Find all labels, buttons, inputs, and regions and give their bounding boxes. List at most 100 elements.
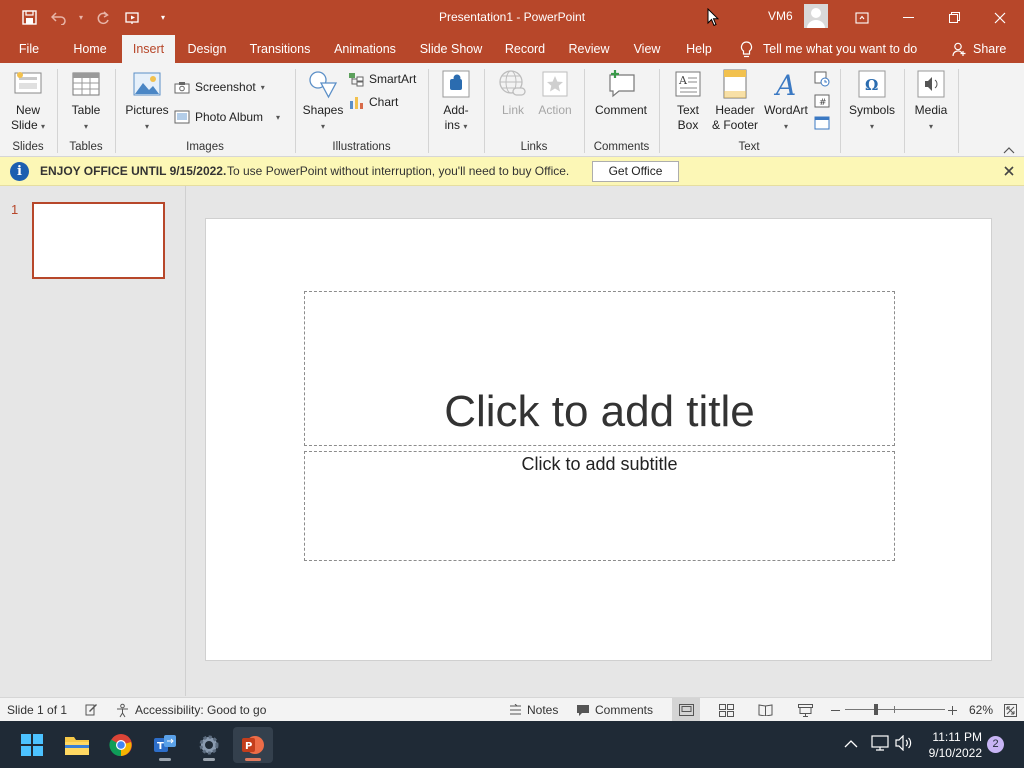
remote-desktop-app[interactable]: T <box>145 727 185 763</box>
slide-thumbnail[interactable] <box>32 202 165 279</box>
tab-design[interactable]: Design <box>181 35 233 63</box>
tab-help[interactable]: Help <box>679 35 719 63</box>
tab-file[interactable]: File <box>7 35 51 63</box>
restore-button[interactable] <box>931 0 977 35</box>
spelling-check-button[interactable] <box>84 698 98 722</box>
tab-transitions[interactable]: Transitions <box>245 35 315 63</box>
link-button[interactable]: Link <box>493 69 533 118</box>
powerpoint-app[interactable]: P <box>233 727 273 763</box>
group-label-text: Text <box>738 141 760 153</box>
network-icon-button[interactable] <box>871 735 889 754</box>
slide-number-button[interactable]: # <box>814 91 830 111</box>
symbols-button[interactable]: Ω Symbols ▾ <box>845 69 899 134</box>
slide-sorter-view-button[interactable] <box>712 698 740 722</box>
folder-icon <box>65 737 89 755</box>
lightbulb-icon <box>740 40 753 57</box>
tell-me-search[interactable]: Tell me what you want to do <box>740 35 917 63</box>
file-explorer-app[interactable] <box>57 727 97 763</box>
slide-number-icon: # <box>814 94 830 108</box>
object-button[interactable] <box>814 113 830 133</box>
user-name[interactable]: VM6 <box>768 9 793 23</box>
customize-qat-button[interactable]: ▾ <box>148 0 178 35</box>
slide-canvas[interactable]: Click to add title Click to add subtitle <box>205 218 992 661</box>
redo-button[interactable] <box>88 0 118 35</box>
date-time-button[interactable] <box>814 69 830 89</box>
chevron-down-icon: ▾ <box>144 122 149 131</box>
notes-button[interactable]: Notes <box>509 698 558 722</box>
tab-record[interactable]: Record <box>499 35 551 63</box>
action-button[interactable]: Action <box>534 69 576 118</box>
new-slide-button[interactable]: New Slide ▾ <box>6 69 50 134</box>
text-box-button[interactable]: A Text Box <box>668 69 708 133</box>
chevron-up-icon <box>1003 147 1015 154</box>
normal-view-button[interactable] <box>672 698 700 722</box>
svg-text:#: # <box>819 98 827 108</box>
title-placeholder[interactable]: Click to add title <box>304 291 895 446</box>
photo-album-label: Photo Album <box>195 110 264 124</box>
close-message-button[interactable] <box>1000 162 1018 180</box>
tab-review[interactable]: Review <box>563 35 615 63</box>
slide-show-icon <box>797 703 813 717</box>
screenshot-button[interactable]: Screenshot ▾ <box>174 77 265 97</box>
slide-show-view-button[interactable] <box>791 698 819 722</box>
chevron-down-icon: ▾ <box>260 82 265 92</box>
wordart-button[interactable]: A WordArt ▾ <box>762 69 810 134</box>
save-button[interactable] <box>14 0 44 35</box>
restore-icon <box>948 12 960 23</box>
start-from-beginning-button[interactable] <box>118 0 148 35</box>
notification-badge[interactable]: 2 <box>987 736 1004 753</box>
settings-app[interactable] <box>189 727 229 763</box>
undo-dropdown[interactable]: ▾ <box>74 0 88 35</box>
tab-animations[interactable]: Animations <box>328 35 402 63</box>
accessibility-icon <box>117 703 128 717</box>
volume-button[interactable] <box>895 734 913 754</box>
table-icon <box>72 72 100 96</box>
system-clock[interactable]: 11:11 PM 9/10/2022 <box>920 729 982 761</box>
reading-view-button[interactable] <box>751 698 779 722</box>
pictures-button[interactable]: Pictures ▾ <box>123 69 171 134</box>
chart-button[interactable]: Chart <box>348 92 398 112</box>
text-box-label-1: Text <box>676 103 699 117</box>
start-button[interactable] <box>12 727 52 763</box>
zoom-level[interactable]: 62% <box>969 698 993 722</box>
get-office-button[interactable]: Get Office <box>592 161 679 182</box>
media-button[interactable]: Media ▾ <box>908 69 954 134</box>
comments-button[interactable]: Comments <box>576 698 653 722</box>
fit-slide-button[interactable] <box>1004 698 1017 722</box>
pictures-icon <box>133 72 161 96</box>
tab-view[interactable]: View <box>627 35 667 63</box>
zoom-slider-thumb[interactable] <box>874 704 878 715</box>
pictures-label: Pictures <box>125 103 169 117</box>
undo-button[interactable] <box>44 0 74 35</box>
ribbon-display-options-button[interactable] <box>839 0 885 35</box>
accessibility-button[interactable]: Accessibility: Good to go <box>115 698 266 722</box>
tab-home[interactable]: Home <box>64 35 116 63</box>
share-person-icon <box>952 42 966 56</box>
collapse-ribbon-button[interactable] <box>1003 143 1015 157</box>
close-button[interactable] <box>977 0 1023 35</box>
group-label-slides: Slides <box>12 141 44 153</box>
table-button[interactable]: Table ▾ <box>64 69 108 134</box>
media-label: Media <box>914 103 948 117</box>
zoom-slider[interactable] <box>845 704 945 715</box>
photo-album-button[interactable]: Photo Album ▾ <box>174 107 280 127</box>
shapes-button[interactable]: Shapes ▾ <box>300 69 346 134</box>
add-ins-button[interactable]: Add- ins ▾ <box>434 69 478 134</box>
smartart-button[interactable]: SmartArt <box>348 69 416 89</box>
show-hidden-icons-button[interactable] <box>844 737 858 751</box>
zoom-in-button[interactable] <box>948 698 957 722</box>
group-divider <box>958 69 959 153</box>
avatar[interactable] <box>804 4 828 28</box>
tab-insert[interactable]: Insert <box>122 35 175 63</box>
comment-button[interactable]: Comment <box>590 69 652 118</box>
zoom-out-button[interactable] <box>831 698 840 722</box>
chrome-app[interactable] <box>101 727 141 763</box>
tab-slide-show[interactable]: Slide Show <box>416 35 486 63</box>
minimize-button[interactable] <box>885 0 931 35</box>
accessibility-status: Accessibility: Good to go <box>135 703 267 717</box>
share-button[interactable]: Share <box>952 35 1006 63</box>
wordart-label: WordArt <box>764 103 808 117</box>
subtitle-placeholder[interactable]: Click to add subtitle <box>304 451 895 561</box>
header-footer-button[interactable]: Header & Footer <box>708 69 762 133</box>
svg-text:A: A <box>773 69 796 99</box>
